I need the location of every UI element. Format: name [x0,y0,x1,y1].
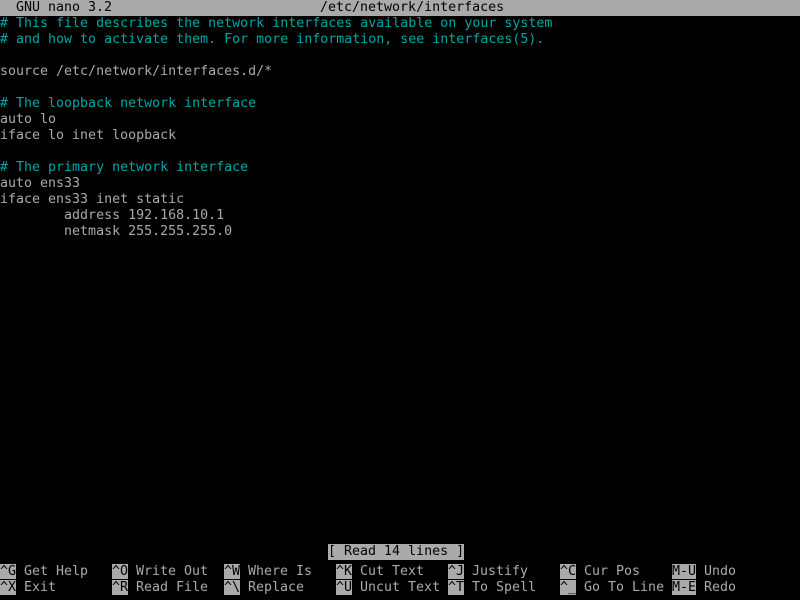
shortcut-exit[interactable]: ^X Exit [0,580,56,596]
editor-line[interactable]: # The loopback network interface [0,96,256,112]
shortcut-cut-text[interactable]: ^K Cut Text [336,564,424,580]
shortcut-label: Exit [24,580,57,595]
shortcut-key: ^U [336,580,353,595]
shortcut-go-to-line[interactable]: ^_ Go To Line [560,580,664,596]
shortcut-label: Write Out [136,564,209,579]
shortcut-key: ^R [112,580,129,595]
shortcut-label: Uncut Text [360,580,441,595]
shortcut-justify[interactable]: ^J Justify [448,564,528,580]
shortcut-where-is[interactable]: ^W Where Is [224,564,312,580]
shortcut-key: ^C [560,564,577,579]
shortcut-key: ^G [0,564,17,579]
shortcut-to-spell[interactable]: ^T To Spell [448,580,536,596]
shortcut-key-bar: ^G Get Help ^X Exit ^O Write Out ^R Read File ^W… [0,564,800,600]
shortcut-key: ^\ [224,580,241,595]
shortcut-label: Where Is [248,564,313,579]
editor-line[interactable]: source /etc/network/interfaces.d/* [0,64,272,80]
shortcut-get-help[interactable]: ^G Get Help [0,564,88,580]
shortcut-label: To Spell [472,580,537,595]
shortcut-label: Cur Pos [584,564,641,579]
editor-line[interactable]: # and how to activate them. For more inf… [0,32,544,48]
shortcut-label: Go To Line [584,580,665,595]
nano-terminal-screen: GNU nano 3.2 /etc/network/interfaces # T… [0,0,800,600]
shortcut-replace[interactable]: ^\ Replace [224,580,304,596]
shortcut-label: Justify [472,564,529,579]
shortcut-label: Cut Text [360,564,425,579]
shortcut-redo[interactable]: M-E Redo [672,580,736,596]
shortcut-key: ^W [224,564,241,579]
shortcut-label: Get Help [24,564,89,579]
editor-line[interactable]: auto lo [0,112,56,128]
shortcut-key: ^X [0,580,17,595]
editor-line[interactable]: # This file describes the network interf… [0,16,552,32]
editor-line[interactable]: iface ens33 inet static [0,192,184,208]
status-message-bar: [ Read 14 lines ] [0,544,800,560]
shortcut-key: ^T [448,580,465,595]
shortcut-label: Undo [704,564,737,579]
shortcut-uncut-text[interactable]: ^U Uncut Text [336,580,440,596]
shortcut-label: Redo [704,580,737,595]
app-version-label: GNU nano 3.2 [16,0,113,15]
shortcut-key: ^_ [560,580,577,595]
shortcut-key: ^J [448,564,465,579]
shortcut-key: M-E [672,580,697,595]
shortcut-label: Replace [248,580,305,595]
shortcut-key: M-U [672,564,697,579]
filename-label: /etc/network/interfaces [320,0,505,15]
shortcut-label: Read File [136,580,209,595]
shortcut-read-file[interactable]: ^R Read File [112,580,208,596]
editor-line[interactable]: netmask 255.255.255.0 [0,224,232,240]
editor-buffer[interactable]: # This file describes the network interf… [0,16,800,536]
editor-line[interactable]: auto ens33 [0,176,80,192]
shortcut-undo[interactable]: M-U Undo [672,564,736,580]
editor-line[interactable]: # The primary network interface [0,160,248,176]
editor-line[interactable]: iface lo inet loopback [0,128,176,144]
shortcut-cur-pos[interactable]: ^C Cur Pos [560,564,640,580]
titlebar: GNU nano 3.2 /etc/network/interfaces [0,0,800,16]
shortcut-key: ^O [112,564,129,579]
editor-line[interactable]: address 192.168.10.1 [0,208,224,224]
shortcut-write-out[interactable]: ^O Write Out [112,564,208,580]
status-message: [ Read 14 lines ] [328,544,465,560]
shortcut-key: ^K [336,564,353,579]
